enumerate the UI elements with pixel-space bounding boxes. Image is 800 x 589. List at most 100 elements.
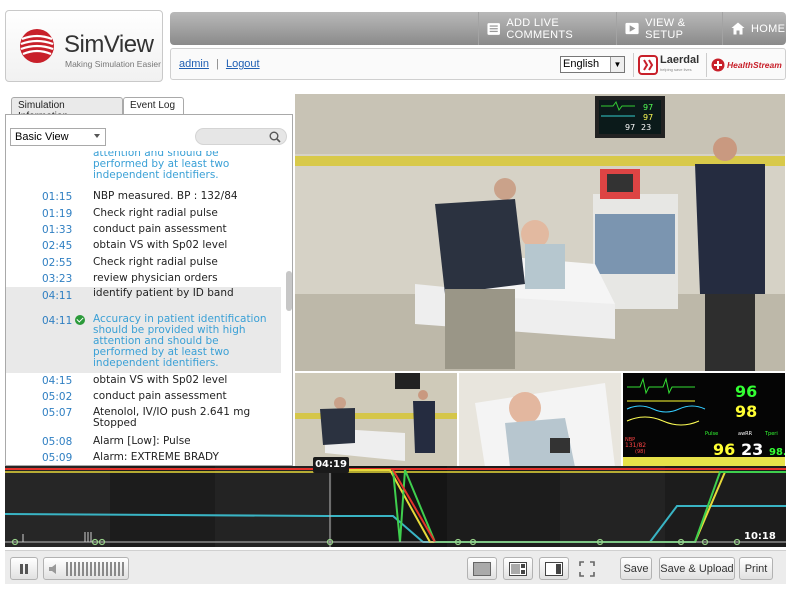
search-icon — [269, 131, 281, 143]
layout-sidebar-button[interactable] — [539, 557, 569, 580]
camera-thumb-2[interactable] — [459, 373, 621, 467]
temp-value: 98.6 — [769, 447, 785, 458]
resp-value: 23 — [741, 440, 763, 459]
view-setup-button[interactable]: VIEW & SETUP — [616, 12, 722, 45]
language-value: English — [563, 58, 600, 70]
save-upload-button[interactable]: Save & Upload — [659, 557, 735, 580]
view-select-value: Basic View — [15, 131, 69, 143]
pause-button[interactable] — [10, 557, 38, 580]
event-log-panel: Basic View attention and should be perfo… — [5, 114, 293, 466]
save-label: Save — [623, 562, 649, 575]
event-time: 02:45 — [42, 240, 73, 252]
add-live-comments-button[interactable]: ADD LIVE COMMENTS — [478, 12, 616, 45]
simview-logo[interactable]: SimView Making Simulation Easier — [5, 10, 163, 82]
search-input[interactable] — [195, 128, 287, 145]
layout-split-icon — [509, 561, 527, 576]
event-text: Alarm: EXTREME BRADY — [93, 451, 219, 463]
ceiling-monitor-value: 97 — [643, 113, 653, 122]
tab-simulation-information[interactable]: Simulation Information — [11, 97, 123, 122]
view-select[interactable]: Basic View — [10, 128, 106, 146]
simview-app: SimView Making Simulation Easier ADD LIV… — [0, 0, 800, 589]
print-label: Print — [744, 562, 768, 575]
event-text: identify patient by ID band — [93, 287, 234, 299]
save-upload-label: Save & Upload — [660, 562, 734, 575]
print-button[interactable]: Print — [739, 557, 773, 580]
event-text: conduct pain assessment — [93, 223, 227, 235]
event-row-highlighted[interactable]: 04:11 Accuracy in patient identification… — [6, 305, 281, 373]
event-row[interactable]: 04:15 obtain VS with Sp02 level — [6, 373, 281, 389]
pulse-label: Pulse — [705, 431, 718, 437]
event-text: Check right radial pulse — [93, 256, 218, 268]
camera-thumbnails-image: 96 98 NBP 131/82 (98) Pulse awRR Tperi 9… — [295, 373, 794, 467]
event-time: 05:07 — [42, 407, 73, 419]
event-text: Check right radial pulse — [93, 207, 218, 219]
event-row[interactable]: 05:02 conduct pain assessment — [6, 389, 281, 405]
fullscreen-icon — [579, 560, 595, 577]
layout-single-button[interactable] — [467, 557, 497, 580]
event-time: 01:19 — [42, 208, 73, 220]
event-row-highlighted[interactable]: 04:11 identify patient by ID band — [6, 287, 281, 305]
main-video-view[interactable]: 97 97 97 23 — [295, 94, 785, 371]
event-row[interactable]: 05:08 Alarm [Low]: Pulse — [6, 434, 281, 450]
pause-icon — [20, 563, 28, 574]
nbp-sub: (98) — [635, 449, 645, 455]
home-button[interactable]: HOME — [722, 12, 786, 45]
laerdal-mark-icon — [638, 55, 658, 75]
spo2-value: 96 — [735, 382, 757, 401]
play-icon — [625, 22, 639, 35]
patient-monitor-thumb[interactable]: 96 98 NBP 131/82 (98) Pulse awRR Tperi 9… — [623, 373, 794, 467]
event-time: 02:55 — [42, 257, 73, 269]
event-row[interactable]: 03:23 review physician orders — [6, 271, 281, 287]
event-row[interactable]: 01:33 conduct pain assessment — [6, 222, 281, 238]
volume-slider[interactable] — [43, 557, 129, 580]
event-text: attention and should be performed by at … — [93, 151, 230, 181]
logout-link[interactable]: Logout — [226, 58, 260, 70]
healthstream-mark-icon — [711, 58, 725, 72]
tab-event-log-label: Event Log — [130, 100, 176, 111]
camera-thumbnails: 96 98 NBP 131/82 (98) Pulse awRR Tperi 9… — [295, 373, 794, 467]
event-time: 04:11 — [42, 290, 73, 302]
save-button[interactable]: Save — [620, 557, 652, 580]
timeline[interactable] — [5, 466, 786, 547]
event-log-list: attention and should be performed by at … — [6, 151, 288, 465]
pulse-value: 96 — [713, 440, 735, 459]
event-text: review physician orders — [93, 272, 218, 284]
user-bar: admin | Logout English ▼ Laerdal helping… — [170, 48, 786, 80]
playhead-time-label[interactable]: 04:19 — [313, 457, 349, 473]
language-select[interactable]: English ▼ — [560, 56, 625, 73]
healthstream-text: HealthStream — [727, 60, 782, 70]
resp-label: awRR — [738, 431, 753, 437]
laerdal-text: Laerdal — [660, 54, 700, 66]
brand-divider — [633, 53, 634, 77]
event-row[interactable]: 02:55 Check right radial pulse — [6, 255, 281, 271]
scrollbar-thumb[interactable] — [286, 271, 292, 311]
event-row[interactable]: attention and should be performed by at … — [6, 151, 281, 187]
event-row[interactable]: 01:15 NBP measured. BP : 132/84 — [6, 189, 281, 205]
event-row[interactable]: 02:45 obtain VS with Sp02 level — [6, 238, 281, 254]
event-text: obtain VS with Sp02 level — [93, 239, 228, 251]
camera-thumb-1[interactable] — [295, 373, 457, 467]
event-time: 05:08 — [42, 436, 73, 448]
ceiling-monitor-value: 97 — [643, 103, 653, 112]
fullscreen-button[interactable] — [573, 557, 601, 580]
chevron-down-icon — [94, 134, 100, 138]
check-icon — [75, 315, 85, 325]
layout-split-button[interactable] — [503, 557, 533, 580]
event-row[interactable]: 05:09 Alarm: EXTREME BRADY — [6, 450, 281, 465]
layout-single-icon — [473, 561, 491, 576]
home-label: HOME — [751, 22, 786, 35]
user-links: admin | Logout — [179, 58, 260, 70]
event-time: 05:09 — [42, 452, 73, 464]
laerdal-logo: Laerdal helping save lives — [638, 53, 699, 77]
event-log-scrollbar[interactable] — [286, 151, 292, 465]
timeline-graph — [5, 466, 786, 547]
admin-link[interactable]: admin — [179, 58, 209, 70]
laerdal-tagline: helping save lives — [660, 67, 692, 72]
event-text: obtain VS with Sp02 level — [93, 374, 228, 386]
event-row[interactable]: 01:19 Check right radial pulse — [6, 206, 281, 222]
tab-event-log[interactable]: Event Log — [123, 97, 184, 115]
second-value: 98 — [735, 402, 757, 421]
event-row[interactable]: 05:07 Atenolol, IV/IO push 2.641 mg Stop… — [6, 405, 281, 433]
event-time: 04:11 — [42, 315, 73, 327]
top-nav-bar: ADD LIVE COMMENTS VIEW & SETUP HOME — [170, 12, 786, 45]
